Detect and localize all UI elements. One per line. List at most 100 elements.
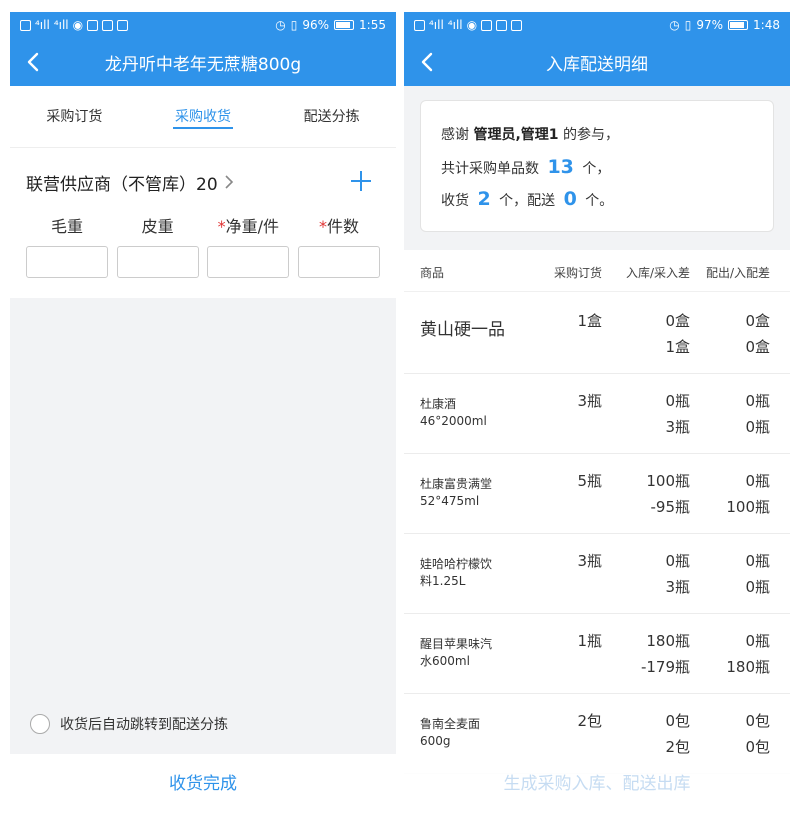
- user-name: 管理员,管理1: [473, 127, 559, 143]
- table-row[interactable]: 醒目苹果味汽 水600ml 1瓶 180瓶 -179瓶 0瓶 180瓶: [404, 614, 790, 694]
- outbound-diff: 0盒: [745, 338, 770, 356]
- back-arrow-icon[interactable]: [22, 50, 46, 74]
- detail-table: 黄山硬一品 1盒 0盒 1盒 0盒 0盒 杜康酒 46°2000ml 3瓶 0瓶 3瓶 0瓶 0瓶 杜康富…: [404, 294, 790, 774]
- outbound-qty: 0盒: [745, 312, 770, 330]
- product-name: 娃哈哈柠檬饮 料1.25L: [404, 548, 524, 590]
- required-mark: *: [318, 217, 327, 236]
- outbound-cell: 0瓶 0瓶: [690, 548, 778, 600]
- product-spec-line: 46°2000ml: [420, 414, 487, 428]
- tab-purchase-order[interactable]: 采购订货: [10, 86, 139, 147]
- piece-count-input[interactable]: [297, 246, 380, 278]
- product-name: 鲁南全麦面 600g: [404, 708, 524, 750]
- product-name: 杜康酒 46°2000ml: [404, 388, 524, 430]
- video-icon: [117, 19, 129, 31]
- product-name: 醒目苹果味汽 水600ml: [404, 628, 524, 670]
- product-name: 杜康富贵满堂 52°475ml: [404, 468, 524, 510]
- outbound-qty: 0瓶: [745, 472, 770, 490]
- add-icon[interactable]: [350, 170, 372, 192]
- outbound-cell: 0盒 0盒: [690, 308, 778, 360]
- outbound-qty: 0包: [745, 712, 770, 730]
- summary-text: 个，配送: [499, 193, 556, 209]
- eye-icon: ◉: [466, 18, 478, 32]
- field-label-wrap: *净重/件: [207, 212, 289, 242]
- page-title: 龙丹听中老年无蔗糖800g: [104, 54, 302, 75]
- field-label: 皮重: [141, 217, 174, 236]
- table-row[interactable]: 杜康富贵满堂 52°475ml 5瓶 100瓶 -95瓶 0瓶 100瓶: [404, 454, 790, 534]
- product-name-line: 醒目苹果味汽: [420, 637, 493, 651]
- outbound-qty: 0瓶: [745, 632, 770, 650]
- received-count: 2: [477, 188, 491, 210]
- delivered-count: 0: [563, 188, 577, 210]
- product-name: 黄山硬一品: [404, 308, 524, 339]
- inbound-cell: 0包 2包: [602, 708, 690, 760]
- tare-weight-field: 皮重: [116, 212, 199, 278]
- vibrate-icon: ▯: [290, 18, 298, 32]
- inbound-cell: 0瓶 3瓶: [602, 388, 690, 440]
- inbound-diff: 3瓶: [665, 578, 690, 596]
- summary-text: 个，: [582, 161, 611, 177]
- product-name-line: 黄山硬一品: [420, 320, 505, 340]
- inbound-diff: -95瓶: [650, 498, 691, 516]
- outbound-diff: 100瓶: [726, 498, 770, 516]
- tab-bar: 采购订货 采购收货 配送分拣: [10, 86, 396, 148]
- net-weight-input[interactable]: [207, 246, 290, 278]
- alarm-icon: ◷: [275, 18, 286, 32]
- summary-text: 的参与，: [562, 127, 619, 143]
- battery-percent: 97%: [696, 18, 724, 32]
- signal-icon: ⁴ıll: [447, 18, 463, 32]
- inbound-diff: 1盒: [665, 338, 690, 356]
- product-name-line: 鲁南全麦面: [420, 717, 481, 731]
- supplier-row[interactable]: 联营供应商（不管库）20: [10, 150, 396, 214]
- summary-text: 个。: [585, 193, 614, 209]
- inbound-qty: 180瓶: [646, 632, 690, 650]
- generate-inbound-outbound-button[interactable]: 生成采购入库、配送出库: [404, 754, 790, 814]
- table-row[interactable]: 杜康酒 46°2000ml 3瓶 0瓶 3瓶 0瓶 0瓶: [404, 374, 790, 454]
- summary-line-total: 共计采购单品数 13 个，: [441, 151, 753, 183]
- column-header: 配出/入配差: [705, 266, 770, 280]
- eye-icon: ◉: [72, 18, 84, 32]
- net-weight-field: *净重/件: [207, 212, 290, 278]
- inbound-cell: 100瓶 -95瓶: [602, 468, 690, 520]
- summary-line-thanks: 感谢 管理员,管理1 的参与，: [441, 119, 753, 151]
- table-row[interactable]: 娃哈哈柠檬饮 料1.25L 3瓶 0瓶 3瓶 0瓶 0瓶: [404, 534, 790, 614]
- inbound-cell: 180瓶 -179瓶: [602, 628, 690, 680]
- back-arrow-icon[interactable]: [416, 50, 440, 74]
- tab-purchase-receive[interactable]: 采购收货: [139, 86, 268, 147]
- signal-icon: ⁴ıll: [429, 18, 444, 32]
- product-spec-line: 料1.25L: [420, 574, 466, 588]
- outbound-qty: 0瓶: [745, 392, 770, 410]
- summary-text: 共计采购单品数: [441, 161, 539, 177]
- left-phone-screen: ⁴ıll ⁴ıll ◉ ◷ ▯ 96% 1:55 龙丹听中老年无蔗糖800g 采…: [10, 0, 396, 820]
- chevron-right-icon: [225, 175, 233, 189]
- auto-jump-option[interactable]: 收货后自动跳转到配送分拣: [30, 714, 228, 734]
- battery-icon: [334, 20, 355, 30]
- tab-delivery-sorting[interactable]: 配送分拣: [267, 86, 396, 147]
- order-qty: 3瓶: [577, 552, 602, 570]
- auto-jump-radio[interactable]: [30, 714, 50, 734]
- tare-weight-input[interactable]: [116, 246, 199, 278]
- outbound-diff: 0瓶: [745, 578, 770, 596]
- alarm-icon: ◷: [669, 18, 680, 32]
- inbound-diff: -179瓶: [640, 658, 690, 676]
- status-icons-left: ⁴ıll ⁴ıll ◉: [414, 18, 523, 32]
- nav-bar: 龙丹听中老年无蔗糖800g: [10, 38, 396, 86]
- product-name-line: 杜康富贵满堂: [420, 477, 493, 491]
- outbound-cell: 0瓶 0瓶: [690, 388, 778, 440]
- product-name-line: 娃哈哈柠檬饮: [420, 557, 493, 571]
- receive-complete-button[interactable]: 收货完成: [10, 754, 396, 814]
- summary-text: 感谢: [441, 127, 469, 143]
- table-row[interactable]: 黄山硬一品 1盒 0盒 1盒 0盒 0盒: [404, 294, 790, 374]
- gross-weight-input[interactable]: [26, 246, 108, 278]
- nfc-icon: [481, 19, 493, 31]
- outbound-qty: 0瓶: [745, 552, 770, 570]
- field-label: 件数: [326, 217, 359, 236]
- order-qty: 1瓶: [577, 632, 602, 650]
- status-icons-right: ◷ ▯ 96% 1:55: [275, 18, 386, 32]
- field-label: 净重/件: [225, 217, 280, 236]
- piece-count-field: *件数: [297, 212, 380, 278]
- vibrate-icon: ▯: [684, 18, 692, 32]
- summary-text: 收货: [441, 193, 469, 209]
- summary-line-progress: 收货 2 个，配送 0 个。: [441, 183, 753, 215]
- inbound-qty: 0瓶: [665, 552, 690, 570]
- hd-icon: [414, 19, 425, 31]
